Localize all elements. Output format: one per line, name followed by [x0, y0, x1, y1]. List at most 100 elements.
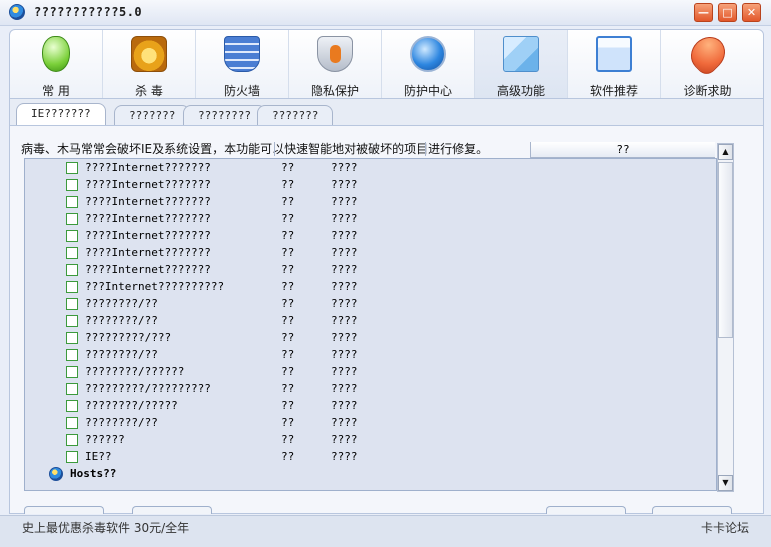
item-checkbox[interactable] — [66, 196, 78, 208]
item-status: ?? — [281, 348, 295, 361]
list-item[interactable]: ????????/?? ?? ???? — [25, 346, 716, 363]
item-checkbox[interactable] — [66, 281, 78, 293]
bottom-button[interactable] — [24, 506, 104, 514]
column-divider — [425, 142, 426, 156]
tool-antivirus[interactable]: 杀 毒 — [103, 30, 196, 98]
tool-common[interactable]: 常 用 — [10, 30, 103, 98]
list-item[interactable]: ?????????/??? ?? ???? — [25, 329, 716, 346]
item-checkbox[interactable] — [66, 451, 78, 463]
hosts-group-label: Hosts?? — [70, 467, 117, 480]
hosts-group-row[interactable]: Hosts?? — [25, 465, 716, 482]
scroll-up-button[interactable]: ▲ — [718, 144, 733, 160]
item-checkbox[interactable] — [66, 366, 78, 378]
tool-label: 杀 毒 — [135, 84, 163, 98]
list-item[interactable]: ????????/?? ?? ???? — [25, 312, 716, 329]
bottom-button[interactable] — [132, 506, 212, 514]
list-item[interactable]: ????????/?????? ?? ???? — [25, 363, 716, 380]
list-item[interactable]: ????Internet??????? ?? ???? — [25, 210, 716, 227]
scroll-thumb[interactable] — [718, 162, 733, 338]
item-checkbox[interactable] — [66, 162, 78, 174]
list-item[interactable]: ????????/????? ?? ???? — [25, 397, 716, 414]
item-status: ?? — [281, 263, 295, 276]
subtab-2[interactable]: ??????? — [114, 105, 191, 126]
bottom-button[interactable] — [652, 506, 732, 514]
vertical-scrollbar[interactable]: ▲ ▼ — [717, 143, 734, 492]
item-checkbox[interactable] — [66, 298, 78, 310]
subtab-3[interactable]: ???????? — [183, 105, 266, 126]
item-status: ?? — [281, 416, 295, 429]
tool-label: 常 用 — [42, 84, 70, 98]
item-name: ????????/?? — [85, 416, 158, 429]
item-level: ???? — [331, 399, 358, 412]
list-item[interactable]: ????Internet??????? ?? ???? — [25, 261, 716, 278]
close-button[interactable]: ✕ — [742, 3, 761, 22]
item-name: ????????/?????? — [85, 365, 185, 378]
list-item[interactable]: ???Internet?????????? ?? ???? — [25, 278, 716, 295]
list-item[interactable]: ????Internet??????? ?? ???? — [25, 159, 716, 176]
item-level: ???? — [331, 297, 358, 310]
forum-link[interactable]: 卡卡论坛 — [701, 519, 749, 536]
item-checkbox[interactable] — [66, 315, 78, 327]
item-status: ?? — [281, 229, 295, 242]
list-item[interactable]: ?????? ?? ???? — [25, 431, 716, 448]
item-checkbox[interactable] — [66, 434, 78, 446]
item-name: ?????? — [85, 433, 125, 446]
item-checkbox[interactable] — [66, 230, 78, 242]
item-status: ?? — [281, 246, 295, 259]
firewall-icon — [224, 36, 260, 72]
item-checkbox[interactable] — [66, 383, 78, 395]
list-item[interactable]: IE?? ?? ???? — [25, 448, 716, 465]
promo-link[interactable]: 史上最优惠杀毒软件 30元/全年 — [22, 519, 189, 536]
repair-item-list[interactable]: ????Internet??????? ?? ???? ????Internet… — [24, 158, 717, 491]
app-logo-icon — [9, 4, 25, 20]
tool-label: 防火墙 — [223, 84, 260, 98]
item-level: ???? — [331, 433, 358, 446]
item-name: ????????/?? — [85, 297, 158, 310]
tool-software-recommend[interactable]: 软件推荐 — [568, 30, 661, 98]
item-status: ?? — [281, 297, 295, 310]
item-status: ?? — [281, 382, 295, 395]
scroll-down-button[interactable]: ▼ — [718, 475, 733, 491]
item-checkbox[interactable] — [66, 179, 78, 191]
item-status: ?? — [281, 212, 295, 225]
subtab-4[interactable]: ??????? — [257, 105, 334, 126]
window-icon — [596, 36, 632, 72]
tool-diagnosis-help[interactable]: 诊断求助 — [661, 29, 754, 98]
item-checkbox[interactable] — [66, 264, 78, 276]
item-level: ???? — [331, 246, 358, 259]
tool-protection-center[interactable]: 防护中心 — [382, 30, 475, 98]
tool-firewall[interactable]: 防火墙 — [196, 30, 289, 98]
feature-description: 病毒、木马常常会破坏IE及系统设置，本功能可以快速智能地对被破坏的项目进行修复。 — [21, 142, 489, 156]
item-checkbox[interactable] — [66, 332, 78, 344]
item-name: ?????????/??? — [85, 331, 172, 344]
item-checkbox[interactable] — [66, 417, 78, 429]
tool-advanced[interactable]: 高级功能 — [475, 30, 568, 98]
item-checkbox[interactable] — [66, 213, 78, 225]
item-level: ???? — [331, 416, 358, 429]
lion-icon — [131, 36, 167, 72]
item-checkbox[interactable] — [66, 400, 78, 412]
item-status: ?? — [281, 331, 295, 344]
item-level: ???? — [331, 314, 358, 327]
list-item[interactable]: ????Internet??????? ?? ???? — [25, 193, 716, 210]
list-item[interactable]: ????Internet??????? ?? ???? — [25, 227, 716, 244]
bottom-button[interactable] — [546, 506, 626, 514]
maximize-button[interactable]: □ — [718, 3, 737, 22]
item-checkbox[interactable] — [66, 247, 78, 259]
tool-privacy[interactable]: 隐私保护 — [289, 30, 382, 98]
minimize-button[interactable]: — — [694, 3, 713, 22]
item-checkbox[interactable] — [66, 349, 78, 361]
list-item[interactable]: ????Internet??????? ?? ???? — [25, 244, 716, 261]
column-header[interactable]: ?? — [530, 142, 715, 158]
list-item[interactable]: ????Internet??????? ?? ???? — [25, 176, 716, 193]
item-status: ?? — [281, 450, 295, 463]
globe-icon — [410, 36, 446, 72]
subtab-ie-repair[interactable]: IE??????? — [16, 103, 106, 127]
item-name: IE?? — [85, 450, 112, 463]
list-item[interactable]: ????????/?? ?? ???? — [25, 295, 716, 312]
item-status: ?? — [281, 280, 295, 293]
mouse-icon — [42, 36, 70, 72]
item-level: ???? — [331, 229, 358, 242]
list-item[interactable]: ????????/?? ?? ???? — [25, 414, 716, 431]
list-item[interactable]: ?????????/????????? ?? ???? — [25, 380, 716, 397]
